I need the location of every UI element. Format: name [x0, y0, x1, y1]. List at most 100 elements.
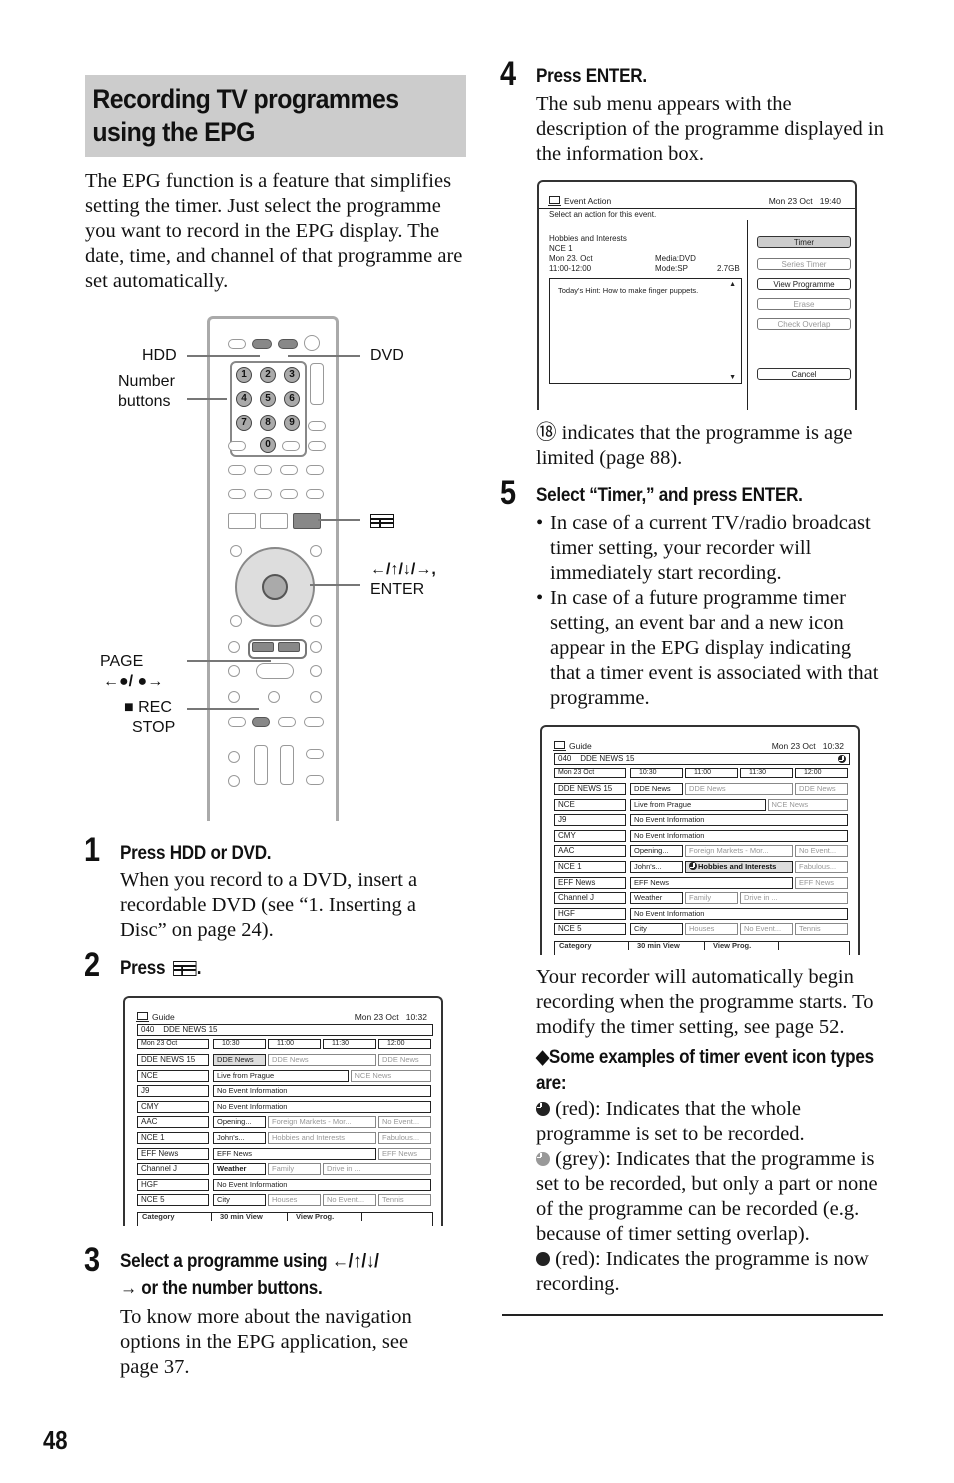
programme-cell[interactable]: DDE News: [795, 783, 848, 795]
channel-name[interactable]: NCE 5: [554, 923, 626, 936]
scroll-up-icon[interactable]: ▲: [729, 281, 736, 288]
programme-cell[interactable]: DDE News: [685, 783, 793, 795]
channel-name[interactable]: DDE NEWS 15: [554, 783, 626, 795]
programme-cell[interactable]: EFF News: [213, 1147, 376, 1160]
programme-cell[interactable]: Drive in ...: [323, 1163, 431, 1176]
programme-cell[interactable]: Family: [685, 892, 738, 905]
leader-line: [187, 398, 227, 400]
programme-cell[interactable]: Live from Prague: [213, 1069, 349, 1082]
tab-30-min-view[interactable]: 30 min View: [629, 942, 705, 950]
tab-category[interactable]: Category: [555, 942, 629, 950]
number-key-6: 6: [284, 391, 300, 407]
programme-cell[interactable]: Hobbies and Interests: [685, 861, 793, 873]
programme-cell[interactable]: No Event Information: [213, 1085, 431, 1098]
programme-cell[interactable]: No Event...: [795, 845, 848, 858]
number-key-7: 7: [236, 415, 252, 431]
programme-cell[interactable]: No Event Information: [630, 814, 848, 827]
hint-box[interactable]: Today's Hint: How to make finger puppets…: [549, 278, 742, 384]
channel-name[interactable]: NCE: [137, 1069, 209, 1082]
cancel-button[interactable]: Cancel: [757, 368, 851, 380]
channel-name[interactable]: EFF News: [137, 1147, 209, 1160]
erase-button[interactable]: Erase: [757, 298, 851, 310]
programme-cell[interactable]: DDE News: [378, 1054, 431, 1066]
programme-cell[interactable]: Opening...: [630, 845, 683, 858]
channel-name[interactable]: J9: [137, 1085, 209, 1098]
programme-cell[interactable]: City: [630, 923, 683, 936]
programme-cell[interactable]: John's...: [630, 861, 683, 873]
epg-row: DDE NEWS 15 DDE News DDE News DDE News: [137, 1054, 431, 1066]
stop-button: [310, 691, 322, 703]
tab-view-prog[interactable]: View Prog.: [705, 942, 779, 950]
function-button: [306, 465, 324, 475]
channel-name[interactable]: AAC: [137, 1116, 209, 1129]
channel-name[interactable]: Channel J: [137, 1163, 209, 1176]
icon-type-item: (grey): Indicates that the programme is …: [536, 1147, 886, 1247]
programme-cell[interactable]: No Event...: [740, 923, 793, 936]
programme-cell[interactable]: Hobbies and Interests: [268, 1132, 376, 1144]
programme-cell[interactable]: Opening...: [213, 1116, 266, 1129]
channel-name[interactable]: NCE 1: [554, 861, 626, 873]
programme-cell[interactable]: No Event Information: [213, 1178, 431, 1191]
channel-name[interactable]: Channel J: [554, 892, 626, 905]
event-size: 2.7GB: [717, 264, 740, 273]
programme-cell[interactable]: EFF News: [795, 876, 848, 889]
series-timer-button[interactable]: Series Timer: [757, 258, 851, 270]
guide-icon: [370, 513, 394, 531]
channel-name[interactable]: CMY: [137, 1100, 209, 1113]
channel-name[interactable]: NCE 1: [137, 1132, 209, 1144]
programme-title: DDE News: [689, 784, 726, 793]
channel-name[interactable]: AAC: [554, 845, 626, 858]
programme-cell[interactable]: DDE News: [268, 1054, 376, 1066]
programme-cell[interactable]: EFF News: [378, 1147, 431, 1160]
programme-cell[interactable]: Weather: [213, 1163, 266, 1176]
tab-category[interactable]: Category: [138, 1213, 212, 1221]
view-programme-button[interactable]: View Programme: [757, 278, 851, 290]
channel-name[interactable]: NCE 5: [137, 1194, 209, 1207]
programme-cell[interactable]: Weather: [630, 892, 683, 905]
programme-cell[interactable]: Tennis: [378, 1194, 431, 1207]
tab-view-prog[interactable]: View Prog.: [288, 1213, 362, 1221]
programme-cell[interactable]: NCE News: [350, 1069, 431, 1082]
volume-rocker: [254, 745, 268, 785]
channel-name[interactable]: NCE: [554, 798, 626, 811]
programme-cell[interactable]: No Event...: [323, 1194, 376, 1207]
programme-cell[interactable]: DDE News: [630, 783, 683, 795]
channel-name[interactable]: DDE NEWS 15: [137, 1054, 209, 1066]
programme-cell[interactable]: EFF News: [630, 876, 793, 889]
timer-button[interactable]: Timer: [757, 236, 851, 248]
programme-cell[interactable]: Houses: [268, 1194, 321, 1207]
programme-cell[interactable]: Live from Prague: [630, 798, 766, 811]
programme-cell[interactable]: John's...: [213, 1132, 266, 1144]
programme-title: Tennis: [382, 1195, 404, 1205]
programme-cell[interactable]: Tennis: [795, 923, 848, 936]
channel-name[interactable]: HGF: [554, 907, 626, 920]
programme-cell[interactable]: No Event Information: [630, 829, 848, 842]
programme-cell[interactable]: NCE News: [767, 798, 848, 811]
guide-tab-bar: Category 30 min View View Prog.: [137, 1212, 433, 1226]
programme-cell[interactable]: Foreign Markets - Mor...: [268, 1116, 376, 1129]
programme-title: Houses: [272, 1195, 298, 1205]
tab-30-min-view[interactable]: 30 min View: [212, 1213, 288, 1221]
programme-cell[interactable]: No Event Information: [213, 1100, 431, 1113]
programme-cell[interactable]: Foreign Markets - Mor...: [685, 845, 793, 858]
programme-cell[interactable]: City: [213, 1194, 266, 1207]
check-overlap-button[interactable]: Check Overlap: [757, 318, 851, 330]
programme-cell[interactable]: No Event...: [378, 1116, 431, 1129]
programme-cell[interactable]: Houses: [685, 923, 738, 936]
pause-button: [268, 691, 280, 703]
programme-title: Hobbies and Interests: [272, 1133, 345, 1142]
channel-name[interactable]: J9: [554, 814, 626, 827]
scroll-down-icon[interactable]: ▼: [729, 374, 736, 381]
function-button: [280, 465, 298, 475]
programme-cell[interactable]: Fabulous...: [378, 1132, 431, 1144]
time-slot-header: 12:00: [795, 768, 848, 778]
channel-name[interactable]: CMY: [554, 829, 626, 842]
channel-name[interactable]: EFF News: [554, 876, 626, 889]
programme-cell[interactable]: No Event Information: [630, 907, 848, 920]
programme-cell[interactable]: DDE News: [213, 1054, 266, 1066]
channel-name[interactable]: HGF: [137, 1178, 209, 1191]
programme-cell[interactable]: Family: [268, 1163, 321, 1176]
programme-cell[interactable]: Fabulous...: [795, 861, 848, 873]
programme-cell[interactable]: Drive in ...: [740, 892, 848, 905]
prev-button: [228, 641, 240, 653]
